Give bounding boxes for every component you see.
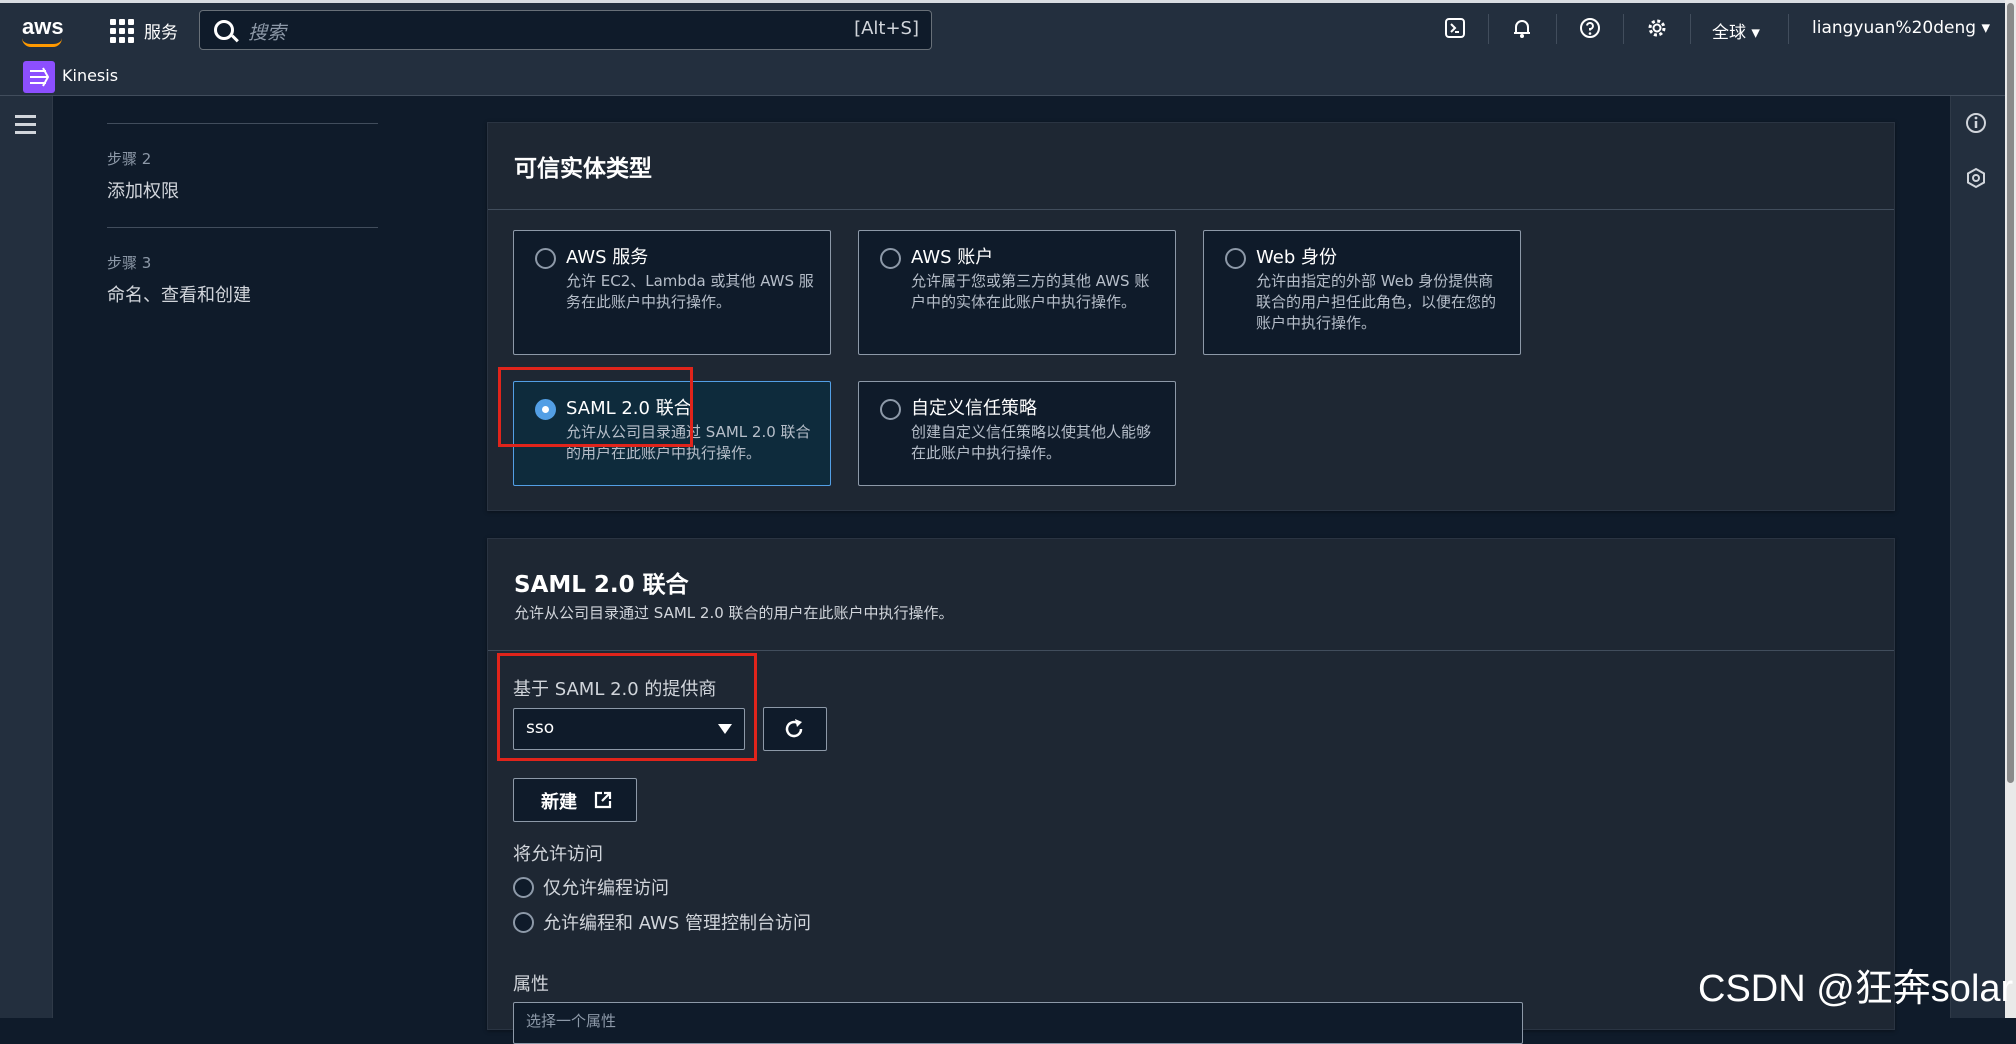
account-menu[interactable]: liangyuan%20deng ▾ xyxy=(1812,18,1990,38)
region-selector[interactable]: 全球 ▾ xyxy=(1712,18,1760,43)
attribute-placeholder: 选择一个属性 xyxy=(526,1012,617,1030)
region-label: 全球 xyxy=(1712,23,1746,43)
kinesis-service-icon[interactable] xyxy=(23,61,55,93)
highlight-box xyxy=(498,367,693,447)
topbar-divider xyxy=(1690,14,1691,44)
search-icon xyxy=(214,20,234,40)
panel-title: 可信实体类型 xyxy=(514,156,652,182)
create-new-provider-button[interactable]: 新建 xyxy=(513,778,637,822)
bell-icon[interactable] xyxy=(1511,17,1533,39)
services-grid-icon[interactable] xyxy=(110,19,134,43)
access-field-label: 将允许访问 xyxy=(513,844,603,865)
topbar-divider xyxy=(1623,14,1624,44)
option-description: 允许由指定的外部 Web 身份提供商联合的用户担任此角色，以便在您的账户中执行操… xyxy=(1256,272,1497,332)
option-description: 允许 EC2、Lambda 或其他 AWS 服务在此账户中执行操作。 xyxy=(566,272,814,311)
panel-subtitle: 允许从公司目录通过 SAML 2.0 联合的用户在此账户中执行操作。 xyxy=(514,604,954,622)
left-navigation-rail xyxy=(0,96,53,1018)
search-placeholder: 搜索 xyxy=(248,22,287,44)
service-shortcut-bar xyxy=(0,58,2005,96)
step-number: 步骤 2 xyxy=(107,150,152,168)
option-title: 自定义信任策略 xyxy=(911,398,1037,419)
option-title: Web 身份 xyxy=(1256,247,1337,268)
caret-down-icon: ▾ xyxy=(1751,23,1760,43)
info-icon[interactable] xyxy=(1965,112,1987,134)
account-name: liangyuan%20deng xyxy=(1812,18,1977,38)
radio-button[interactable] xyxy=(880,399,901,420)
radio-button[interactable] xyxy=(1225,248,1246,269)
window-top-edge xyxy=(0,0,2005,3)
access-option-label[interactable]: 仅允许编程访问 xyxy=(543,874,669,900)
entity-option-aws-service[interactable]: AWS 服务 允许 EC2、Lambda 或其他 AWS 服务在此账户中执行操作… xyxy=(513,230,831,355)
entity-option-web-identity[interactable]: Web 身份 允许由指定的外部 Web 身份提供商联合的用户担任此角色，以便在您… xyxy=(1203,230,1521,355)
services-menu-label[interactable]: 服务 xyxy=(144,18,178,43)
right-utility-rail xyxy=(1950,96,2006,1018)
wizard-steps: 步骤 2 添加权限 步骤 3 命名、查看和创建 xyxy=(107,123,378,331)
menu-icon[interactable] xyxy=(15,115,36,139)
attributes-field-label: 属性 xyxy=(513,974,549,995)
saml-federation-panel: SAML 2.0 联合 允许从公司目录通过 SAML 2.0 联合的用户在此账户… xyxy=(487,538,1895,1030)
aws-logo-smile xyxy=(22,38,62,47)
step-link-add-permissions[interactable]: 添加权限 xyxy=(107,177,378,203)
caret-down-icon: ▾ xyxy=(1981,18,1991,38)
step-number: 步骤 3 xyxy=(107,254,152,272)
refresh-button[interactable] xyxy=(763,707,827,751)
highlight-box xyxy=(497,653,757,761)
option-title: AWS 服务 xyxy=(566,247,649,268)
cloudshell-icon[interactable] xyxy=(1444,17,1466,39)
search-input[interactable]: 搜索 [Alt+S] xyxy=(199,10,932,50)
step-divider xyxy=(107,123,378,124)
help-icon[interactable] xyxy=(1579,17,1601,39)
kinesis-service-link[interactable]: Kinesis xyxy=(62,66,118,85)
topbar-divider xyxy=(1488,14,1489,44)
refresh-icon xyxy=(785,719,803,738)
panel-header: SAML 2.0 联合 允许从公司目录通过 SAML 2.0 联合的用户在此账户… xyxy=(488,539,1894,651)
option-title: AWS 账户 xyxy=(911,247,994,268)
topbar-divider xyxy=(1556,14,1557,44)
search-shortcut-hint: [Alt+S] xyxy=(854,18,919,39)
settings-hexagon-icon[interactable] xyxy=(1965,167,1987,189)
option-description: 创建自定义信任策略以使其他人能够在此账户中执行操作。 xyxy=(911,423,1152,462)
radio-programmatic-only[interactable] xyxy=(513,877,534,898)
button-label: 新建 xyxy=(541,792,577,813)
step-divider xyxy=(107,227,378,228)
access-option-label[interactable]: 允许编程和 AWS 管理控制台访问 xyxy=(543,909,811,935)
external-link-icon xyxy=(594,791,612,809)
radio-programmatic-and-console[interactable] xyxy=(513,912,534,933)
gear-icon[interactable] xyxy=(1646,17,1668,39)
attribute-select[interactable]: 选择一个属性 xyxy=(513,1002,1523,1044)
option-description: 允许属于您或第三方的其他 AWS 账户中的实体在此账户中执行操作。 xyxy=(911,272,1150,311)
aws-logo[interactable]: aws xyxy=(22,14,64,40)
radio-button[interactable] xyxy=(535,248,556,269)
watermark-text: CSDN @狂奔solar xyxy=(1698,968,2014,1010)
entity-option-custom-trust-policy[interactable]: 自定义信任策略 创建自定义信任策略以使其他人能够在此账户中执行操作。 xyxy=(858,381,1176,486)
scrollbar-thumb[interactable] xyxy=(2007,3,2014,783)
topbar-divider xyxy=(1788,14,1789,44)
panel-header: 可信实体类型 xyxy=(488,123,1894,210)
entity-option-aws-account[interactable]: AWS 账户 允许属于您或第三方的其他 AWS 账户中的实体在此账户中执行操作。 xyxy=(858,230,1176,355)
radio-button[interactable] xyxy=(880,248,901,269)
step-link-review-create[interactable]: 命名、查看和创建 xyxy=(107,281,378,307)
panel-title: SAML 2.0 联合 xyxy=(514,572,689,598)
